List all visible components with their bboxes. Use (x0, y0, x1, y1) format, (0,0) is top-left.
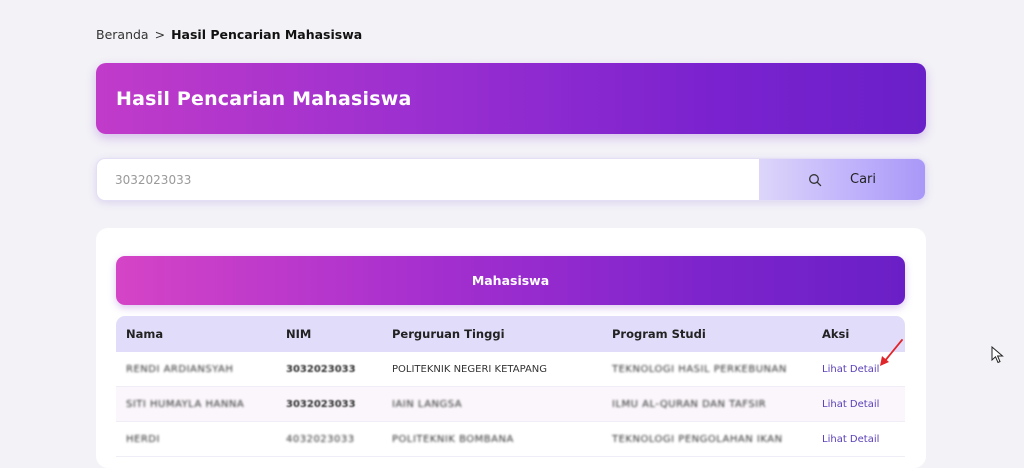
table-row: RENDI ARDIANSYAH 3032023033 POLITEKNIK N… (116, 352, 905, 387)
results-table: Nama NIM Perguruan Tinggi Program Studi … (116, 316, 905, 457)
breadcrumb-current: Hasil Pencarian Mahasiswa (171, 27, 363, 42)
cell-nim: 4032023033 (286, 433, 355, 445)
search-button[interactable]: Cari (759, 159, 925, 200)
cell-nama: RENDI ARDIANSYAH (126, 363, 234, 375)
annotation-arrow-icon (880, 339, 903, 366)
search-button-label: Cari (850, 172, 876, 187)
mouse-cursor-icon (991, 346, 1004, 364)
column-header-nim: NIM (286, 327, 312, 341)
search-bar: Cari (96, 158, 926, 201)
page-banner: Hasil Pencarian Mahasiswa (96, 63, 926, 134)
cell-perguruan-tinggi: POLITEKNIK BOMBANA (392, 433, 514, 445)
view-detail-link[interactable]: Lihat Detail (822, 399, 879, 410)
cell-nama: SITI HUMAYLA HANNA (126, 398, 245, 410)
cell-program-studi: TEKNOLOGI HASIL PERKEBUNAN (612, 363, 787, 375)
table-row: SITI HUMAYLA HANNA 3032023033 IAIN LANGS… (116, 387, 905, 422)
table-header: Nama NIM Perguruan Tinggi Program Studi … (116, 316, 905, 352)
search-input[interactable] (97, 159, 759, 200)
view-detail-link[interactable]: Lihat Detail (822, 434, 879, 445)
cell-nim: 3032023033 (286, 363, 356, 375)
breadcrumb-separator: > (154, 27, 166, 42)
cell-program-studi: ILMU AL-QURAN DAN TAFSIR (612, 398, 767, 410)
cell-nama: HERDI (126, 433, 160, 445)
table-title: Mahasiswa (116, 256, 905, 305)
table-row: HERDI 4032023033 POLITEKNIK BOMBANA TEKN… (116, 422, 905, 457)
cell-nim: 3032023033 (286, 398, 356, 410)
breadcrumb: Beranda > Hasil Pencarian Mahasiswa (96, 27, 362, 42)
results-card: Mahasiswa Nama NIM Perguruan Tinggi Prog… (96, 228, 926, 468)
breadcrumb-home[interactable]: Beranda (96, 27, 149, 42)
view-detail-link[interactable]: Lihat Detail (822, 364, 879, 375)
column-header-program-studi: Program Studi (612, 327, 706, 341)
cell-perguruan-tinggi: POLITEKNIK NEGERI KETAPANG (392, 363, 548, 375)
cell-perguruan-tinggi: IAIN LANGSA (392, 398, 463, 410)
cell-program-studi: TEKNOLOGI PENGOLAHAN IKAN (612, 433, 783, 445)
column-header-nama: Nama (126, 327, 164, 341)
search-icon (809, 173, 822, 186)
column-header-perguruan-tinggi: Perguruan Tinggi (392, 327, 505, 341)
page-title: Hasil Pencarian Mahasiswa (116, 87, 412, 110)
